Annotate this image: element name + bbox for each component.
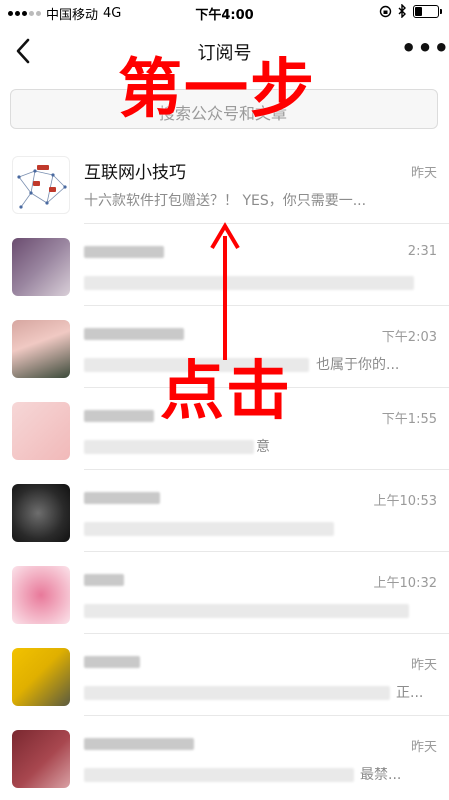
battery-icon: [413, 4, 442, 18]
item-time: 昨天: [410, 740, 437, 755]
blurred-title: [84, 492, 160, 504]
blurred-preview: [84, 768, 354, 782]
item-time: 昨天: [410, 658, 437, 673]
blurred-title: [84, 410, 154, 422]
list-item[interactable]: 正... 昨天: [0, 634, 449, 716]
status-icons: [379, 4, 442, 18]
more-options-button[interactable]: •••: [401, 36, 449, 64]
item-preview: 十六款软件打包赠送？！ YES，你只需要一...: [84, 193, 367, 209]
blurred-preview: [84, 604, 409, 618]
blurred-preview: [84, 522, 334, 536]
status-bar: 中国移动 4G 下午4:00: [0, 0, 449, 26]
account-avatar: [12, 238, 70, 296]
blurred-preview: [84, 686, 390, 700]
list-item-internet-tips[interactable]: 互联网小技巧 十六款软件打包赠送？！ YES，你只需要一... 昨天: [0, 142, 449, 224]
blurred-title: [84, 738, 194, 750]
account-avatar: [12, 320, 70, 378]
network-logo-icon: [17, 165, 67, 209]
blurred-title: [84, 246, 164, 258]
subscription-list-screen: 中国移动 4G 下午4:00 订阅号 ••• 搜索公众号和文章 互联网小技巧 十…: [0, 0, 449, 800]
item-time: 上午10:32: [373, 576, 437, 591]
annotation-step-one: 第一步: [118, 53, 316, 127]
list-item[interactable]: 最禁... 昨天: [0, 716, 449, 798]
orientation-lock-icon: [379, 5, 392, 17]
account-avatar: [12, 730, 70, 788]
list-item[interactable]: 上午10:32: [0, 552, 449, 634]
account-avatar: [12, 648, 70, 706]
item-preview: 意: [256, 439, 270, 455]
item-time: 下午2:03: [381, 330, 437, 345]
item-time: 昨天: [410, 166, 437, 181]
blurred-title: [84, 574, 124, 586]
item-title: 互联网小技巧: [84, 163, 186, 183]
account-avatar: [12, 484, 70, 542]
account-avatar: [12, 156, 70, 214]
item-preview: 正...: [396, 685, 424, 701]
arrow-up-icon: [210, 222, 240, 360]
list-item[interactable]: 上午10:53: [0, 470, 449, 552]
item-preview: 也属于你的...: [316, 357, 400, 373]
item-time: 2:31: [407, 244, 437, 259]
item-time: 上午10:53: [373, 494, 437, 509]
blurred-preview: [84, 440, 254, 454]
blurred-title: [84, 328, 184, 340]
item-preview: 最禁...: [360, 767, 402, 783]
bluetooth-icon: [398, 4, 406, 18]
blurred-title: [84, 656, 140, 668]
account-avatar: [12, 566, 70, 624]
item-time: 下午1:55: [381, 412, 437, 427]
battery-fill: [415, 6, 422, 16]
account-avatar: [12, 402, 70, 460]
annotation-click: 点击: [160, 355, 292, 429]
